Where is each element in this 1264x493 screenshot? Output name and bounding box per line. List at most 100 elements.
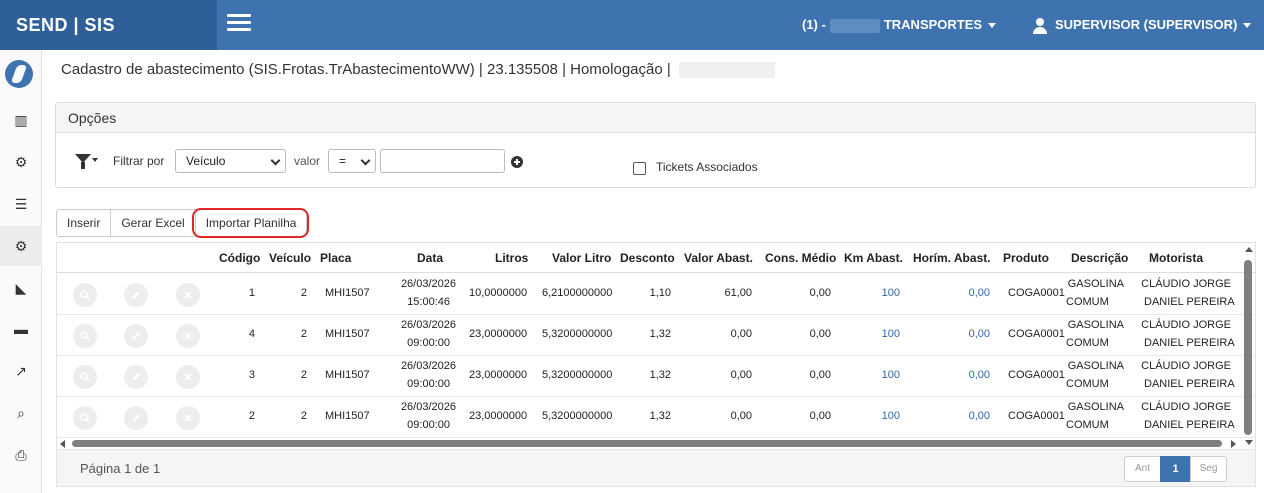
col-descricao-header[interactable]: Descrição bbox=[1071, 243, 1128, 273]
caret-down-icon bbox=[988, 23, 997, 29]
view-record-icon[interactable] bbox=[73, 365, 97, 389]
gear-icon[interactable]: ⚙ bbox=[0, 142, 42, 182]
scroll-up-icon[interactable] bbox=[1245, 247, 1253, 252]
print-icon[interactable]: ⎙ bbox=[0, 435, 42, 475]
filter-caret-icon[interactable] bbox=[92, 158, 98, 162]
cell-veiculo: 2 bbox=[300, 287, 307, 299]
vertical-scrollbar[interactable] bbox=[1241, 243, 1256, 450]
cell-horim-abast: 0,00 bbox=[968, 328, 990, 340]
col-veiculo-header[interactable]: Veículo bbox=[269, 243, 311, 273]
col-horim-abast-header[interactable]: Horím. Abast. bbox=[913, 243, 991, 273]
col-km-abast-header[interactable]: Km Abast. bbox=[844, 243, 903, 273]
cell-mot2: DANIEL PEREIRA bbox=[1144, 337, 1235, 349]
bar-chart-icon[interactable]: ▥ bbox=[0, 100, 42, 140]
view-record-icon[interactable] bbox=[73, 324, 97, 348]
delete-record-icon[interactable] bbox=[176, 283, 200, 307]
edit-record-icon[interactable] bbox=[124, 365, 148, 389]
route-icon[interactable]: ↗ bbox=[0, 351, 42, 391]
table-row[interactable]: 2 2 MHI1507 26/03/2026 09:00:00 23,0000000 5,3… bbox=[57, 397, 1255, 438]
cell-valor-abast: 0,00 bbox=[730, 328, 752, 340]
cell-cons-medio: 0,00 bbox=[809, 328, 831, 340]
vertical-scroll-thumb[interactable] bbox=[1244, 260, 1252, 435]
table-row[interactable]: 1 2 MHI1507 26/03/2026 15:00:46 10,0000000 6,2… bbox=[57, 274, 1255, 315]
brand-logo[interactable]: SEND | SIS bbox=[0, 0, 217, 50]
col-codigo-header[interactable]: Código bbox=[219, 243, 260, 273]
scroll-right-icon[interactable] bbox=[1231, 440, 1236, 448]
cell-desconto: 1,32 bbox=[649, 410, 671, 422]
import-sheet-button[interactable]: Importar Planilha bbox=[194, 209, 308, 237]
horizontal-scroll-thumb[interactable] bbox=[72, 440, 1222, 447]
view-record-icon[interactable] bbox=[73, 406, 97, 430]
prev-page-button[interactable]: Ant bbox=[1124, 456, 1161, 482]
cell-produto: COGA0001 bbox=[1008, 287, 1065, 299]
edit-record-icon[interactable] bbox=[124, 283, 148, 307]
cell-desc2: COMUM bbox=[1066, 337, 1109, 349]
area-chart-icon[interactable]: ◣ bbox=[0, 268, 42, 308]
current-page-button[interactable]: 1 bbox=[1160, 456, 1191, 482]
export-excel-button[interactable]: Gerar Excel bbox=[110, 209, 196, 237]
col-valor-abast-header[interactable]: Valor Abast. bbox=[684, 243, 753, 273]
sidebar: ▥ ⚙ ☰ ⚙ ◣ ▬ ↗ ⌕ ⎙ bbox=[0, 50, 42, 493]
col-valor-litro-header[interactable]: Valor Litro bbox=[552, 243, 611, 273]
cell-codigo: 1 bbox=[248, 287, 255, 299]
cell-veiculo: 2 bbox=[300, 369, 307, 381]
cell-cons-medio: 0,00 bbox=[809, 287, 831, 299]
page-title-text: Cadastro de abastecimento (SIS.Frotas.Tr… bbox=[61, 61, 671, 78]
col-produto-header[interactable]: Produto bbox=[1003, 243, 1049, 273]
company-selector[interactable]: (1) - TRANSPORTES bbox=[802, 0, 997, 50]
insert-button[interactable]: Inserir bbox=[56, 209, 112, 237]
scroll-down-icon[interactable] bbox=[1245, 440, 1253, 445]
tickets-checkbox[interactable] bbox=[633, 162, 646, 175]
cell-desc2: COMUM bbox=[1066, 419, 1109, 431]
value-label: valor bbox=[294, 154, 321, 168]
view-record-icon[interactable] bbox=[73, 283, 97, 307]
user-icon bbox=[1033, 17, 1047, 34]
next-page-button[interactable]: Seg bbox=[1190, 456, 1227, 482]
cell-desconto: 1,10 bbox=[649, 287, 671, 299]
list-icon[interactable]: ☰ bbox=[0, 184, 42, 224]
operator-select[interactable]: = bbox=[328, 149, 376, 173]
cell-cons-medio: 0,00 bbox=[809, 410, 831, 422]
table-row[interactable]: 3 2 MHI1507 26/03/2026 09:00:00 23,0000000 5,3… bbox=[57, 356, 1255, 397]
delete-record-icon[interactable] bbox=[176, 324, 200, 348]
cell-data1: 26/03/2026 bbox=[400, 360, 456, 372]
cell-horim-abast: 0,00 bbox=[968, 287, 990, 299]
col-litros-header[interactable]: Litros bbox=[495, 243, 528, 273]
table-row[interactable]: 4 2 MHI1507 26/03/2026 09:00:00 23,0000000 5,3… bbox=[57, 315, 1255, 356]
grid-header: Código Veículo Placa Data Litros Valor Litro D… bbox=[57, 243, 1255, 273]
cell-valor-litro: 5,3200000000 bbox=[542, 328, 613, 340]
filter-value-input[interactable] bbox=[380, 149, 505, 173]
cell-desc1: GASOLINA bbox=[1067, 319, 1124, 331]
cell-desc2: COMUM bbox=[1066, 296, 1109, 308]
cell-desconto: 1,32 bbox=[649, 369, 671, 381]
add-filter-icon[interactable] bbox=[511, 156, 523, 168]
edit-record-icon[interactable] bbox=[124, 406, 148, 430]
tickets-label: Tickets Associados bbox=[656, 160, 758, 174]
cell-mot1: CLÁUDIO JORGE bbox=[1141, 319, 1231, 331]
cell-mot1: CLÁUDIO JORGE bbox=[1141, 278, 1231, 290]
gears-icon[interactable]: ⚙ bbox=[0, 226, 42, 266]
col-placa-header[interactable]: Placa bbox=[320, 243, 351, 273]
scroll-left-icon[interactable] bbox=[60, 440, 65, 448]
caret-down-icon bbox=[1243, 23, 1252, 29]
horizontal-scrollbar[interactable] bbox=[57, 437, 1241, 450]
grid-toolbar: Inserir Gerar Excel Importar Planilha bbox=[56, 209, 308, 237]
company-blurred-name bbox=[829, 18, 880, 33]
delete-record-icon[interactable] bbox=[176, 365, 200, 389]
data-grid: Código Veículo Placa Data Litros Valor Litro D… bbox=[56, 242, 1256, 450]
col-data-header[interactable]: Data bbox=[417, 243, 443, 273]
search-icon[interactable]: ⌕ bbox=[0, 393, 42, 433]
title-blurred-segment bbox=[678, 62, 775, 79]
edit-record-icon[interactable] bbox=[124, 324, 148, 348]
user-menu[interactable]: SUPERVISOR (SUPERVISOR) bbox=[1033, 0, 1252, 50]
hamburger-menu-icon[interactable] bbox=[227, 14, 251, 34]
truck-icon[interactable]: ▬ bbox=[0, 309, 42, 349]
col-motorista-header[interactable]: Motorista bbox=[1149, 243, 1203, 273]
page-title: Cadastro de abastecimento (SIS.Frotas.Tr… bbox=[61, 61, 775, 79]
filter-field-select[interactable]: Veículo bbox=[175, 149, 286, 173]
col-cons-medio-header[interactable]: Cons. Médio bbox=[765, 243, 836, 273]
delete-record-icon[interactable] bbox=[176, 406, 200, 430]
cell-valor-litro: 5,3200000000 bbox=[542, 410, 613, 422]
col-desconto-header[interactable]: Desconto bbox=[620, 243, 675, 273]
cell-veiculo: 2 bbox=[300, 410, 307, 422]
